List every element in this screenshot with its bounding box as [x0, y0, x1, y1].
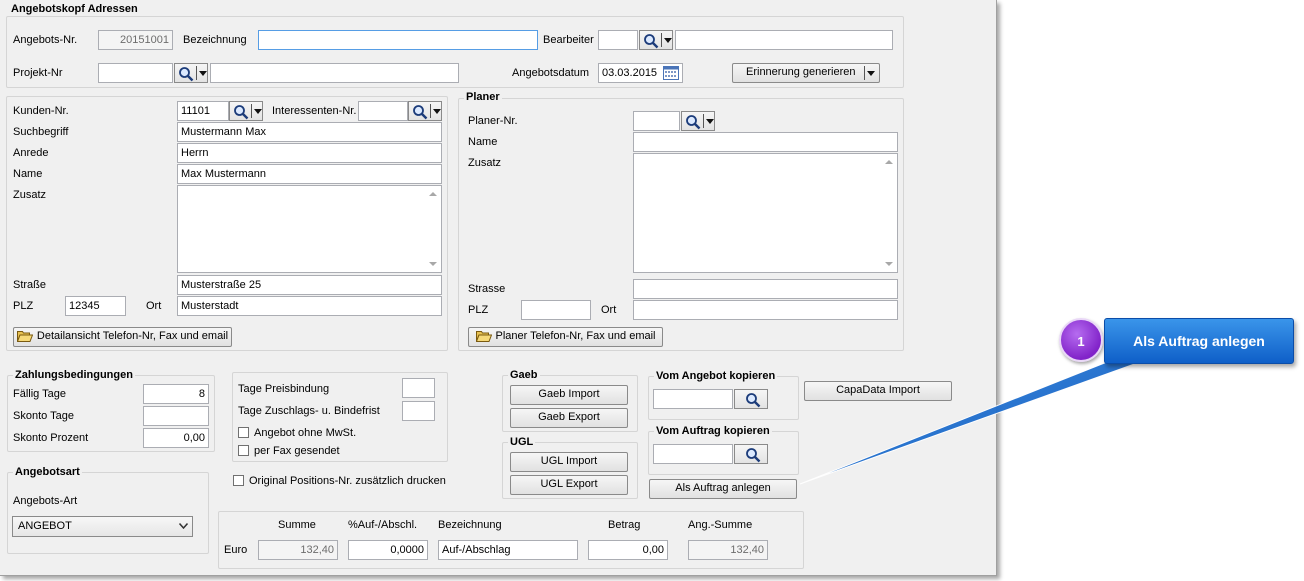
callout-number-badge: 1 — [1059, 318, 1103, 362]
callout-pointer — [799, 359, 1141, 485]
callout-label: Als Auftrag anlegen — [1104, 318, 1294, 364]
